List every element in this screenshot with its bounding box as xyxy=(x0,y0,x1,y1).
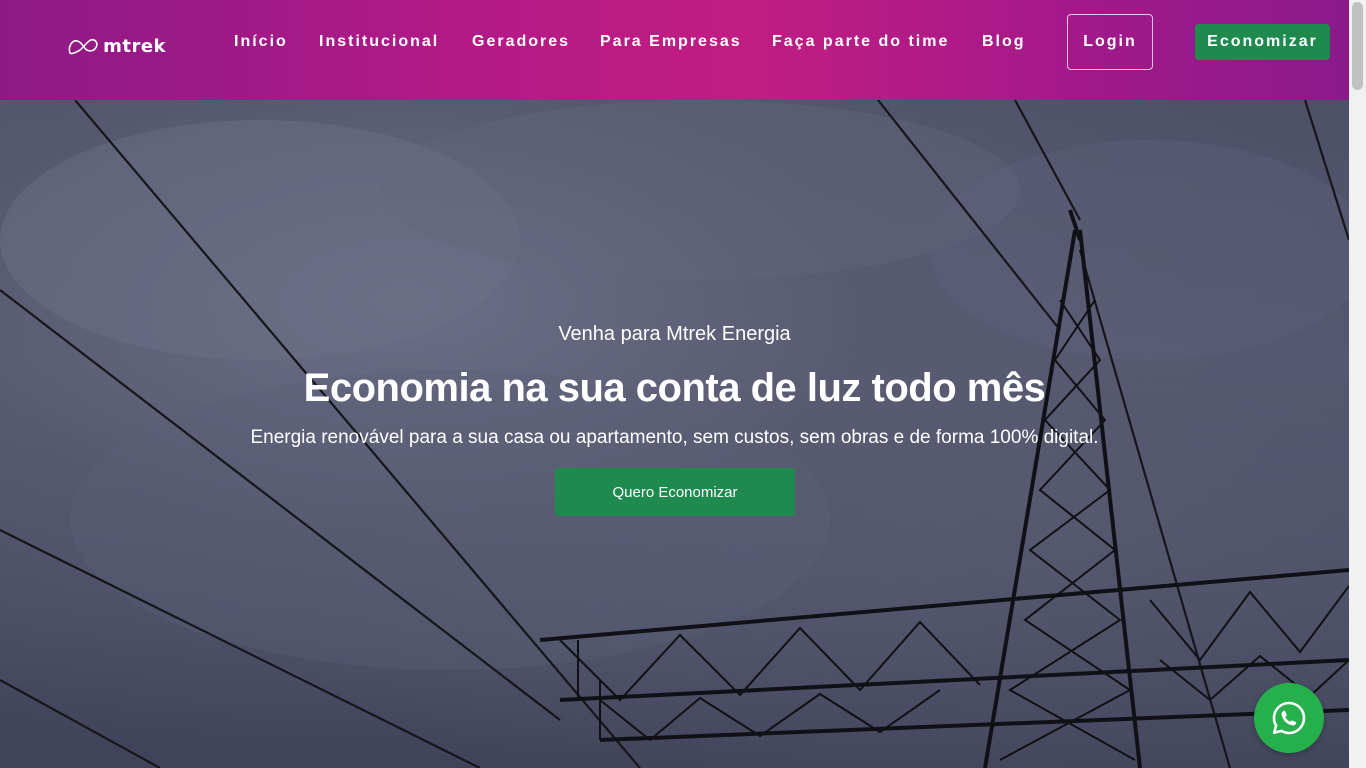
scrollbar-thumb[interactable] xyxy=(1352,2,1363,90)
hero-kicker: Venha para Mtrek Energia xyxy=(558,323,791,345)
quero-economizar-button[interactable]: Quero Economizar xyxy=(555,468,795,516)
nav-item-faca-parte-do-time[interactable]: Faça parte do time xyxy=(772,33,949,51)
mtrek-logo-icon xyxy=(68,38,98,55)
nav-item-inicio[interactable]: Início xyxy=(234,33,288,51)
nav-item-para-empresas[interactable]: Para Empresas xyxy=(600,33,742,51)
page-scrollbar[interactable] xyxy=(1349,0,1366,768)
hero-content: Venha para Mtrek Energia Economia na sua… xyxy=(0,100,1349,768)
whatsapp-button[interactable] xyxy=(1254,683,1324,753)
nav-item-geradores[interactable]: Geradores xyxy=(472,33,570,51)
hero-headline: Economia na sua conta de luz todo mês xyxy=(303,366,1046,410)
login-button[interactable]: Login xyxy=(1067,14,1153,70)
economizar-button[interactable]: Economizar xyxy=(1195,24,1330,60)
logo-text: mtrek xyxy=(103,35,166,57)
logo[interactable]: mtrek xyxy=(66,33,166,59)
hero-subline: Energia renovável para a sua casa ou apa… xyxy=(250,427,1099,448)
nav-item-institucional[interactable]: Institucional xyxy=(319,33,439,51)
site-header: mtrek Início Institucional Geradores Par… xyxy=(0,0,1349,100)
whatsapp-icon xyxy=(1272,701,1306,735)
hero-section: Venha para Mtrek Energia Economia na sua… xyxy=(0,100,1349,768)
nav-item-blog[interactable]: Blog xyxy=(982,33,1026,51)
